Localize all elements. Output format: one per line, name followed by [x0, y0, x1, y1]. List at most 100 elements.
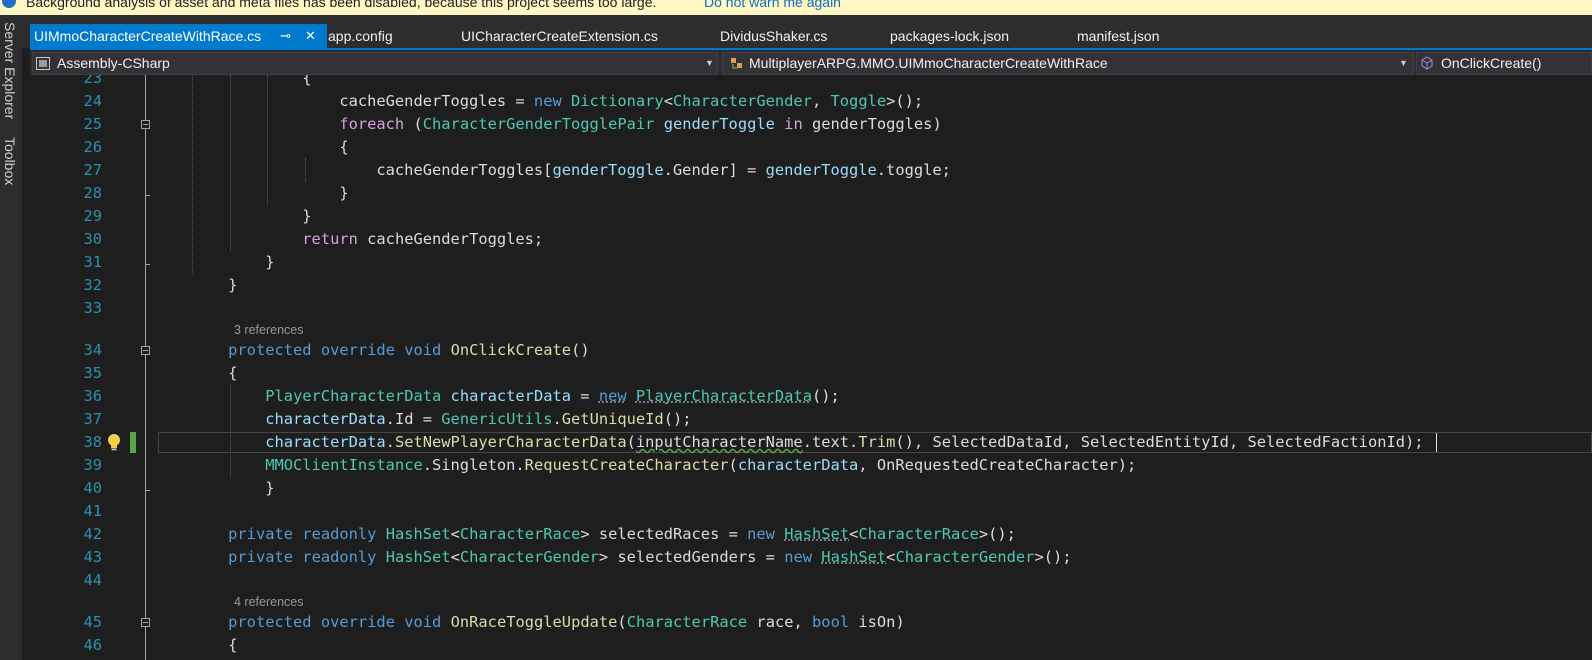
- code-line[interactable]: 35 {: [30, 362, 1592, 385]
- project-dropdown[interactable]: Assembly-CSharp ▼: [32, 52, 718, 75]
- code-text: return cacheGenderToggles;: [154, 228, 543, 251]
- code-line[interactable]: 44: [30, 569, 1592, 592]
- code-line[interactable]: 38 characterData.SetNewPlayerCharacterDa…: [30, 431, 1592, 454]
- code-line[interactable]: 33: [30, 297, 1592, 320]
- code-token: =: [515, 92, 534, 110]
- code-line[interactable]: 30 return cacheGenderToggles;: [30, 228, 1592, 251]
- code-token: {: [154, 364, 238, 382]
- code-line[interactable]: 34 protected override void OnClickCreate…: [30, 339, 1592, 362]
- tab-uimmo-character-create-with-race[interactable]: UIMmoCharacterCreateWithRace.cs ⊸ ✕: [30, 24, 327, 48]
- code-token: > selectedRaces =: [580, 525, 748, 543]
- code-token: }: [154, 479, 275, 497]
- code-line[interactable]: 39 MMOClientInstance.Singleton.RequestCr…: [30, 454, 1592, 477]
- code-line[interactable]: 41: [30, 500, 1592, 523]
- code-token: ();: [811, 387, 840, 405]
- code-line[interactable]: 31 }: [30, 251, 1592, 274]
- line-number: 24: [83, 92, 102, 110]
- code-token: <: [450, 548, 460, 566]
- collapse-toggle[interactable]: [141, 618, 150, 627]
- code-token: OnRaceToggleUpdate: [450, 613, 618, 631]
- code-text: {: [154, 136, 348, 159]
- line-number: 38: [83, 433, 102, 451]
- code-area[interactable]: 23 {24 cacheGenderToggles = new Dictiona…: [30, 75, 1592, 660]
- code-line[interactable]: 42 private readonly HashSet<CharacterRac…: [30, 523, 1592, 546]
- changed-line-marker: [130, 432, 136, 453]
- code-line[interactable]: 32 }: [30, 274, 1592, 297]
- type-name: MultiplayerARPG.MMO.UIMmoCharacterCreate…: [749, 55, 1108, 71]
- code-line[interactable]: 43 private readonly HashSet<CharacterGen…: [30, 546, 1592, 569]
- code-token: characterData: [450, 387, 572, 405]
- code-token: genderToggle: [765, 161, 877, 179]
- line-number: 33: [83, 299, 102, 317]
- code-token: CharacterGender: [895, 548, 1035, 566]
- outline-line: [145, 75, 146, 660]
- code-token: GetUniqueId: [561, 410, 664, 428]
- code-line[interactable]: 46 {: [30, 634, 1592, 657]
- code-token: }: [154, 276, 238, 294]
- code-token: .toggle;: [876, 161, 951, 179]
- code-token: genderToggles): [802, 115, 942, 133]
- line-number: 45: [83, 613, 102, 631]
- server-explorer-tab[interactable]: Server Explorer: [2, 22, 18, 119]
- code-editor[interactable]: 23 {24 cacheGenderToggles = new Dictiona…: [30, 75, 1592, 660]
- type-dropdown[interactable]: MultiplayerARPG.MMO.UIMmoCharacterCreate…: [722, 52, 1414, 75]
- lightbulb-icon[interactable]: [104, 432, 124, 452]
- code-token: genderToggle: [552, 161, 664, 179]
- line-number: 39: [83, 456, 102, 474]
- code-line[interactable]: 40 }: [30, 477, 1592, 500]
- tab-ui-character-create-extension[interactable]: UICharacterCreateExtension.cs: [461, 24, 658, 48]
- collapse-toggle[interactable]: [141, 120, 150, 129]
- code-line[interactable]: 25 foreach (CharacterGenderTogglePair ge…: [30, 113, 1592, 136]
- codelens-references[interactable]: 3 references: [234, 321, 303, 339]
- code-token: (: [626, 433, 636, 451]
- do-not-warn-link[interactable]: Do not warn me again: [704, 0, 841, 10]
- code-line[interactable]: 36 PlayerCharacterData characterData = n…: [30, 385, 1592, 408]
- line-number: 44: [83, 571, 102, 589]
- code-token: <: [663, 92, 673, 110]
- line-number: 28: [83, 184, 102, 202]
- code-text: characterData.SetNewPlayerCharacterData(…: [154, 431, 1423, 454]
- code-token: override: [320, 613, 395, 631]
- code-line[interactable]: 27 cacheGenderToggles[genderToggle.Gende…: [30, 159, 1592, 182]
- tab-manifest[interactable]: manifest.json: [1077, 24, 1159, 48]
- tab-packages-lock[interactable]: packages-lock.json: [890, 24, 1009, 48]
- line-number: 43: [83, 548, 102, 566]
- pin-icon[interactable]: ⊸: [280, 24, 291, 48]
- code-line[interactable]: 28 }: [30, 182, 1592, 205]
- code-line[interactable]: 45 protected override void OnRaceToggleU…: [30, 611, 1592, 634]
- code-line[interactable]: 26 {: [30, 136, 1592, 159]
- code-line[interactable]: 24 cacheGenderToggles = new Dictionary<C…: [30, 90, 1592, 113]
- toolbox-tab[interactable]: Toolbox: [2, 137, 18, 185]
- code-token: .: [552, 410, 562, 428]
- tab-dividus-shaker[interactable]: DividusShaker.cs: [720, 24, 827, 48]
- code-token: private: [228, 548, 294, 566]
- codelens-references[interactable]: 4 references: [234, 593, 303, 611]
- indent-guide: [267, 75, 269, 205]
- tab-app-config[interactable]: app.config: [328, 24, 393, 48]
- code-text: protected override void OnClickCreate(): [154, 339, 589, 362]
- code-text: }: [154, 274, 237, 297]
- close-icon[interactable]: ✕: [305, 24, 316, 48]
- collapse-toggle[interactable]: [141, 346, 150, 355]
- code-token: RequestCreateCharacter: [524, 456, 729, 474]
- code-line[interactable]: 29 }: [30, 205, 1592, 228]
- code-token: {: [154, 636, 238, 654]
- member-dropdown[interactable]: OnClickCreate(): [1416, 52, 1592, 75]
- code-line[interactable]: 37 characterData.Id = GenericUtils.GetUn…: [30, 408, 1592, 431]
- code-text: foreach (CharacterGenderTogglePair gende…: [154, 113, 942, 136]
- outline-end: [145, 264, 150, 265]
- code-line[interactable]: 23 {: [30, 75, 1592, 90]
- method-icon: [1421, 56, 1433, 70]
- code-token: new: [784, 548, 813, 566]
- code-token: override: [320, 341, 395, 359]
